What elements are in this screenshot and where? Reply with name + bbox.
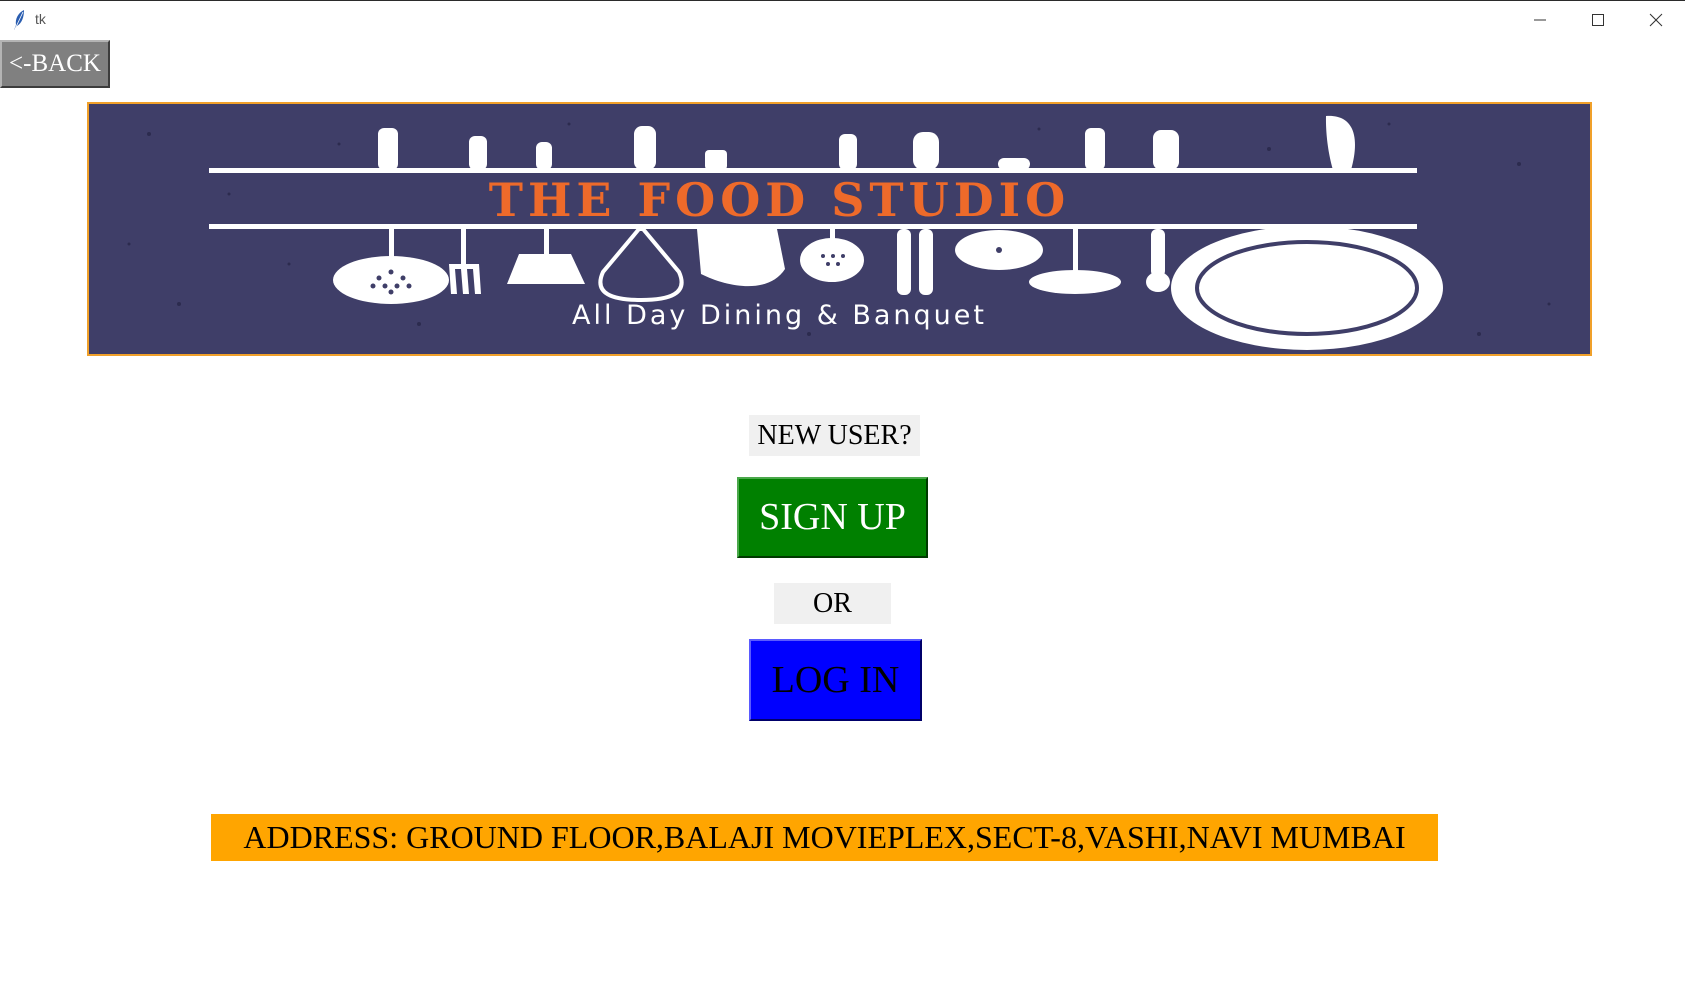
banner-title: THE FOOD STUDIO [488, 173, 1071, 227]
feather-icon [12, 9, 26, 31]
or-label: OR [774, 583, 891, 624]
maximize-button[interactable] [1569, 1, 1627, 39]
restaurant-banner: THE FOOD STUDIO All Day Dining & Banquet [87, 102, 1592, 356]
minimize-button[interactable] [1511, 1, 1569, 39]
address-label: ADDRESS: GROUND FLOOR,BALAJI MOVIEPLEX,S… [211, 814, 1438, 861]
close-button[interactable] [1627, 1, 1685, 39]
window-title-bar: tk [0, 0, 1685, 38]
minimize-icon [1534, 19, 1546, 21]
maximize-icon [1592, 14, 1604, 26]
window-title: tk [35, 11, 46, 27]
log-in-button[interactable]: LOG IN [749, 639, 922, 721]
new-user-label: NEW USER? [749, 415, 920, 456]
sign-up-button[interactable]: SIGN UP [737, 477, 928, 558]
back-button[interactable]: <-BACK [0, 40, 110, 88]
close-icon [1649, 13, 1663, 27]
banner-subtitle: All Day Dining & Banquet [572, 300, 987, 331]
